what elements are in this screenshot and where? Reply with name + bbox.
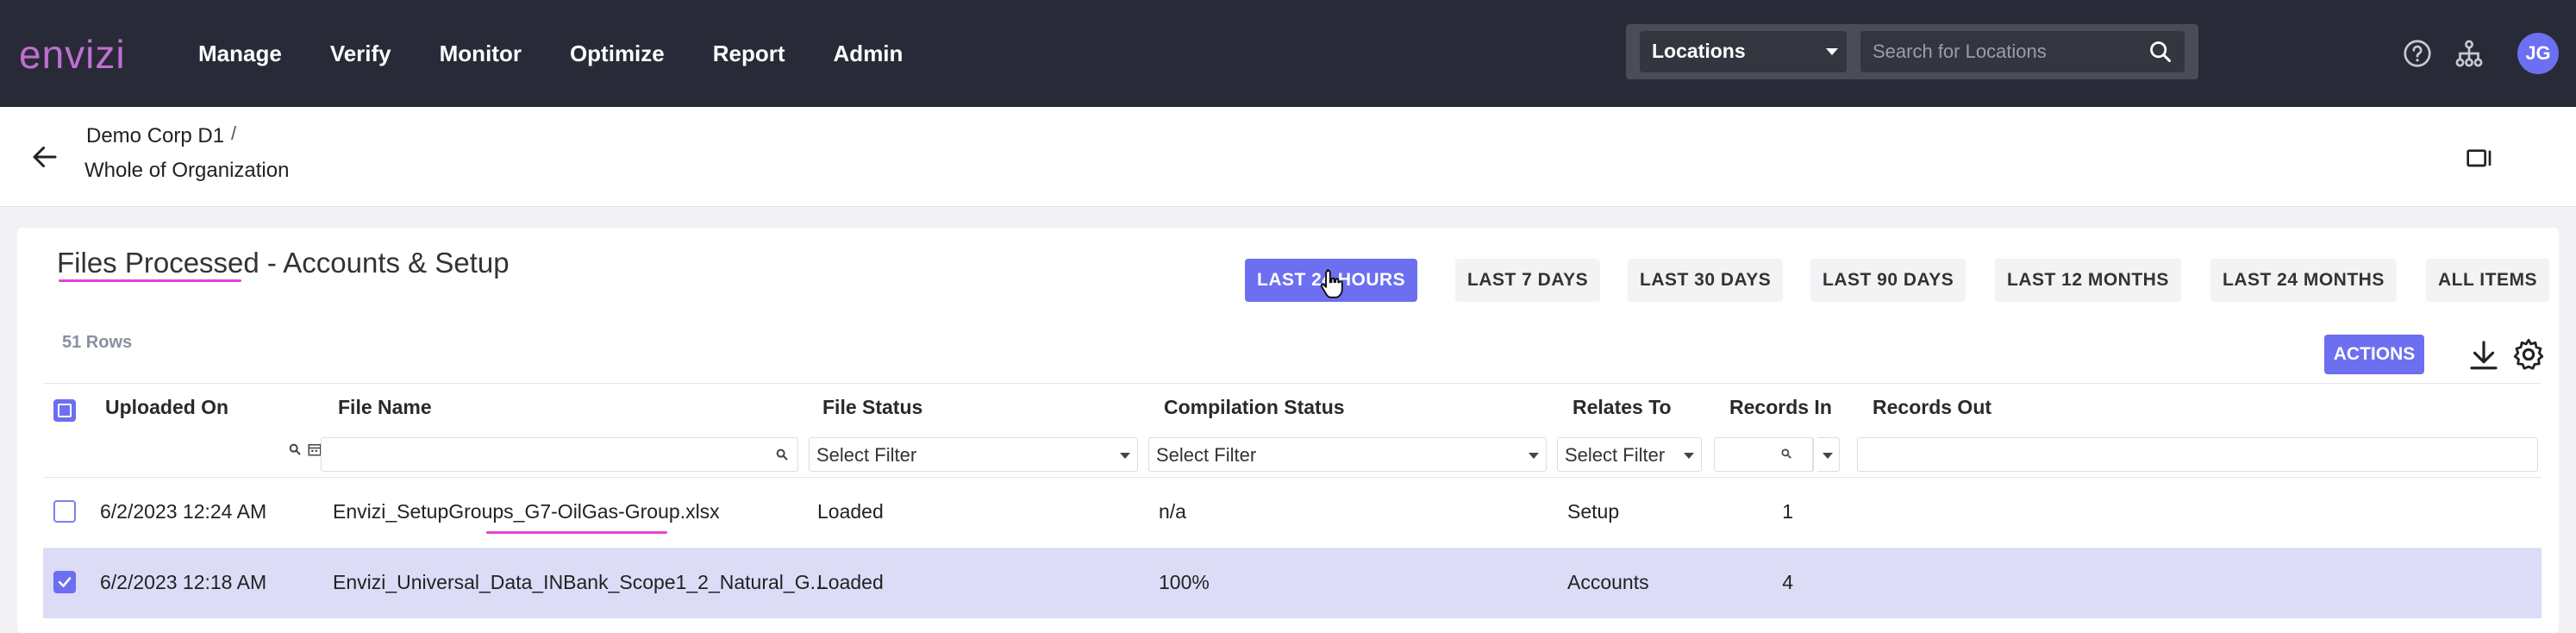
checkmark-icon xyxy=(58,577,72,587)
cell-file-name[interactable]: Envizi_Universal_Data_INBank_Scope1_2_Na… xyxy=(333,571,827,594)
select-all-checkbox[interactable] xyxy=(53,399,76,422)
table-row[interactable]: 6/2/2023 12:18 AM Envizi_Universal_Data_… xyxy=(43,548,2542,618)
nav-admin[interactable]: Admin xyxy=(834,41,903,67)
envizi-logo[interactable]: envizi xyxy=(19,31,126,78)
table-header-row: Uploaded On File Name File Status Compil… xyxy=(43,384,2542,432)
location-type-value: Locations xyxy=(1652,40,1746,62)
cell-uploaded-on: 6/2/2023 12:24 AM xyxy=(100,500,267,523)
relates-to-filter-value: Select Filter xyxy=(1565,444,1666,466)
compilation-status-filter-select[interactable]: Select Filter xyxy=(1148,437,1547,472)
relates-to-filter-select[interactable]: Select Filter xyxy=(1557,437,1702,472)
location-search-box xyxy=(1860,31,2185,72)
cell-records-in: 4 xyxy=(1782,571,1793,593)
location-search-group: Locations xyxy=(1626,24,2198,79)
range-last-30-days-button[interactable]: LAST 30 DAYS xyxy=(1628,259,1784,302)
chevron-down-icon xyxy=(1684,453,1694,459)
files-processed-card: Files Processed - Accounts & Setup LAST … xyxy=(17,228,2559,633)
nav-verify[interactable]: Verify xyxy=(330,41,391,67)
row-count-label: 51 Rows xyxy=(62,333,133,352)
range-last-12-months-button[interactable]: LAST 12 MONTHS xyxy=(1995,259,2181,302)
cell-file-name[interactable]: Envizi_SetupGroups_G7-OilGas-Group.xlsx xyxy=(333,500,720,523)
range-last-24-months-button[interactable]: LAST 24 MONTHS xyxy=(2210,259,2397,302)
user-avatar[interactable]: JG xyxy=(2517,33,2559,74)
chevron-down-icon xyxy=(1529,453,1539,459)
help-icon[interactable] xyxy=(2402,38,2433,69)
col-header-file-status[interactable]: File Status xyxy=(822,396,922,419)
breadcrumb-scope[interactable]: Whole of Organization xyxy=(84,159,289,183)
search-icon xyxy=(776,448,788,461)
cell-uploaded-on: 6/2/2023 12:18 AM xyxy=(100,571,267,593)
presentation-mode-icon[interactable] xyxy=(2466,145,2493,172)
table-filter-row: Select Filter Select Filter Select Filte… xyxy=(43,432,2542,477)
actions-button[interactable]: ACTIONS xyxy=(2324,335,2424,374)
file-name-filter-input[interactable] xyxy=(321,437,798,472)
records-in-filter-input[interactable] xyxy=(1714,437,1814,472)
page-title: Files Processed - Accounts & Setup xyxy=(57,247,510,279)
col-header-compilation-status[interactable]: Compilation Status xyxy=(1164,396,1345,419)
title-highlight-underline xyxy=(59,279,241,282)
range-last-7-days-button[interactable]: LAST 7 DAYS xyxy=(1455,259,1601,302)
file-status-filter-value: Select Filter xyxy=(816,444,917,466)
row-checkbox[interactable] xyxy=(53,500,76,523)
records-in-filter-mode-select[interactable] xyxy=(1817,437,1840,472)
org-hierarchy-icon[interactable] xyxy=(2454,38,2485,69)
table-row[interactable]: 6/2/2023 12:24 AM Envizi_SetupGroups_G7-… xyxy=(43,477,2542,548)
compilation-status-filter-value: Select Filter xyxy=(1156,444,1257,466)
range-last-90-days-button[interactable]: LAST 90 DAYS xyxy=(1810,259,1966,302)
col-header-file-name[interactable]: File Name xyxy=(338,396,432,419)
cell-relates-to: Accounts xyxy=(1567,571,1649,593)
location-type-select[interactable]: Locations xyxy=(1640,31,1847,72)
back-arrow-icon[interactable] xyxy=(29,141,60,172)
cell-records-in: 1 xyxy=(1782,500,1793,523)
search-icon xyxy=(289,443,301,455)
chevron-down-icon xyxy=(1826,48,1838,55)
cell-file-status: Loaded xyxy=(817,500,884,523)
records-out-filter-input[interactable] xyxy=(1857,437,2538,472)
row-checkbox[interactable] xyxy=(53,571,76,593)
search-icon[interactable] xyxy=(2148,40,2173,64)
nav-report[interactable]: Report xyxy=(713,41,785,67)
file-name-highlight-underline xyxy=(486,531,667,534)
settings-gear-icon[interactable] xyxy=(2510,336,2547,373)
search-icon xyxy=(1781,448,1791,459)
breadcrumb-separator: / xyxy=(231,122,237,144)
col-header-records-in[interactable]: Records In xyxy=(1729,396,1832,419)
cell-relates-to: Setup xyxy=(1567,500,1620,523)
range-all-items-button[interactable]: ALL ITEMS xyxy=(2426,259,2549,302)
hand-cursor-icon xyxy=(1320,269,1343,298)
main-nav: Manage Verify Monitor Optimize Report Ad… xyxy=(198,0,951,107)
top-navigation-bar: envizi Manage Verify Monitor Optimize Re… xyxy=(0,0,2576,107)
page-title-rest: - Accounts & Setup xyxy=(259,247,510,279)
chevron-down-icon xyxy=(1823,453,1833,459)
breadcrumb-bar: Demo Corp D1 / Whole of Organization xyxy=(0,107,2576,207)
files-table: Uploaded On File Name File Status Compil… xyxy=(43,383,2542,633)
nav-optimize[interactable]: Optimize xyxy=(570,41,665,67)
col-header-uploaded-on[interactable]: Uploaded On xyxy=(105,396,228,419)
nav-manage[interactable]: Manage xyxy=(198,41,282,67)
download-icon[interactable] xyxy=(2466,336,2502,373)
col-header-records-out[interactable]: Records Out xyxy=(1873,396,1991,419)
file-status-filter-select[interactable]: Select Filter xyxy=(809,437,1138,472)
col-header-relates-to[interactable]: Relates To xyxy=(1572,396,1672,419)
breadcrumb-org[interactable]: Demo Corp D1 xyxy=(86,124,224,148)
location-search-input[interactable] xyxy=(1860,31,2136,72)
cell-file-status: Loaded xyxy=(817,571,884,593)
uploaded-on-filter[interactable] xyxy=(86,437,322,472)
nav-monitor[interactable]: Monitor xyxy=(440,41,522,67)
cell-compilation-status: n/a xyxy=(1159,500,1186,523)
page-title-main: Files Processed xyxy=(57,247,259,279)
chevron-down-icon xyxy=(1120,453,1130,459)
cell-compilation-status: 100% xyxy=(1159,571,1210,593)
